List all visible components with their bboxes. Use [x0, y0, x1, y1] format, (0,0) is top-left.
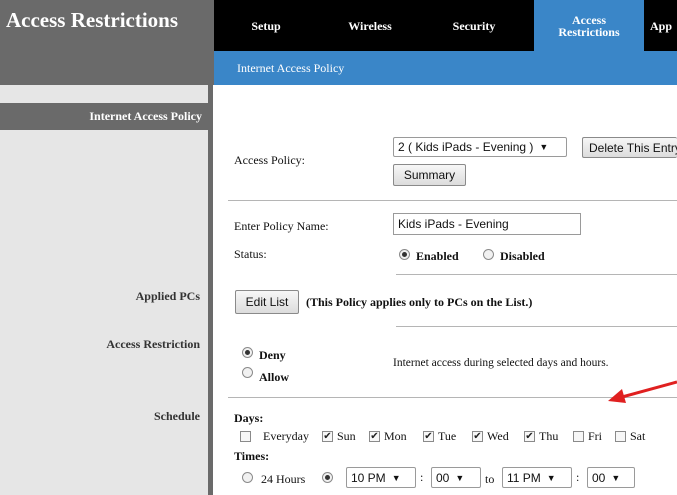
divider [396, 274, 677, 275]
fri-checkbox[interactable] [573, 431, 584, 442]
subnav-internet-access-policy[interactable]: Internet Access Policy [237, 61, 344, 76]
days-label: Days: [234, 411, 264, 425]
mon-label: Mon [384, 429, 407, 443]
to-hour-select[interactable]: 11 PM ▼ [502, 467, 572, 488]
policy-name-input[interactable]: Kids iPads - Evening [393, 213, 581, 235]
thu-label: Thu [539, 429, 559, 443]
day-mon[interactable]: ✔ Mon [369, 429, 407, 444]
deny-label: Deny [259, 348, 286, 362]
section-title-bar: Internet Access Policy [0, 103, 208, 130]
day-everyday[interactable]: Everyday [240, 429, 309, 444]
section-title: Internet Access Policy [89, 109, 202, 123]
hours24-radio[interactable] [242, 472, 253, 483]
red-arrow-icon [608, 380, 677, 403]
sun-checkbox[interactable]: ✔ [322, 431, 333, 442]
dropdown-arrow-icon: ▼ [611, 472, 621, 483]
tab-wireless[interactable]: Wireless [318, 0, 422, 51]
dropdown-arrow-icon: ▼ [391, 472, 401, 483]
to-hour-value: 11 PM [507, 470, 541, 485]
top-navigation: Setup Wireless Security Access Restricti… [214, 0, 677, 51]
tab-security[interactable]: Security [422, 0, 526, 51]
summary-button[interactable]: Summary [393, 164, 466, 186]
from-minute-select[interactable]: 00 ▼ [431, 467, 481, 488]
access-policy-label: Access Policy: [234, 153, 305, 167]
hours24-label: 24 Hours [261, 472, 306, 486]
delete-entry-button[interactable]: Delete This Entry [582, 137, 677, 158]
dropdown-arrow-icon: ▼ [539, 142, 549, 152]
tue-checkbox[interactable]: ✔ [423, 431, 434, 442]
status-disabled-label: Disabled [500, 249, 545, 263]
status-enabled-radio[interactable] [399, 249, 410, 260]
from-hour-value: 10 PM [351, 470, 386, 485]
mon-checkbox[interactable]: ✔ [369, 431, 380, 442]
applied-pcs-note: (This Policy applies only to PCs on the … [306, 295, 533, 309]
schedule-label: Schedule [153, 409, 200, 423]
dropdown-arrow-icon: ▼ [455, 472, 465, 483]
divider [396, 326, 677, 327]
wed-label: Wed [487, 429, 509, 443]
access-restriction-label: Access Restriction [106, 337, 200, 351]
content-divider [208, 85, 213, 495]
deny-radio[interactable] [242, 347, 253, 358]
from-minute-value: 00 [436, 470, 450, 485]
divider [228, 200, 677, 201]
to-label: to [485, 472, 495, 486]
tab-setup[interactable]: Setup [214, 0, 318, 51]
fri-label: Fri [588, 429, 603, 443]
access-policy-select[interactable]: 2 ( Kids iPads - Evening ) ▼ [393, 137, 567, 157]
everyday-checkbox[interactable] [240, 431, 251, 442]
tue-label: Tue [438, 429, 457, 443]
edit-list-button[interactable]: Edit List [235, 290, 299, 314]
time-colon: : [420, 470, 424, 484]
allow-label: Allow [259, 370, 289, 384]
day-sat[interactable]: Sat [615, 429, 645, 444]
thu-checkbox[interactable]: ✔ [524, 431, 535, 442]
status-enabled-label: Enabled [416, 249, 459, 263]
time-colon: : [576, 470, 580, 484]
policy-name-label: Enter Policy Name: [234, 219, 329, 233]
dropdown-arrow-icon: ▼ [546, 472, 556, 483]
times-label: Times: [234, 449, 270, 463]
restriction-description: Internet access during selected days and… [393, 357, 609, 369]
day-tue[interactable]: ✔ Tue [423, 429, 456, 444]
everyday-label: Everyday [263, 429, 309, 443]
day-fri[interactable]: Fri [573, 429, 602, 444]
to-minute-select[interactable]: 00 ▼ [587, 467, 635, 488]
day-sun[interactable]: ✔ Sun [322, 429, 356, 444]
day-wed[interactable]: ✔ Wed [472, 429, 509, 444]
applied-pcs-label: Applied PCs [135, 289, 200, 303]
sat-checkbox[interactable] [615, 431, 626, 442]
from-hour-select[interactable]: 10 PM ▼ [346, 467, 416, 488]
access-policy-value: 2 ( Kids iPads - Evening ) [398, 140, 534, 154]
status-disabled-radio[interactable] [483, 249, 494, 260]
tab-access-restrictions[interactable]: Access Restrictions [534, 0, 644, 51]
day-thu[interactable]: ✔ Thu [524, 429, 558, 444]
tab-applications[interactable]: App [650, 0, 677, 51]
sat-label: Sat [630, 429, 646, 443]
wed-checkbox[interactable]: ✔ [472, 431, 483, 442]
time-range-radio[interactable] [322, 472, 333, 483]
allow-radio[interactable] [242, 367, 253, 378]
status-label: Status: [234, 247, 267, 261]
to-minute-value: 00 [592, 470, 606, 485]
sub-navigation: Internet Access Policy [214, 51, 677, 85]
sun-label: Sun [337, 429, 356, 443]
page-title: Access Restrictions [6, 8, 179, 32]
